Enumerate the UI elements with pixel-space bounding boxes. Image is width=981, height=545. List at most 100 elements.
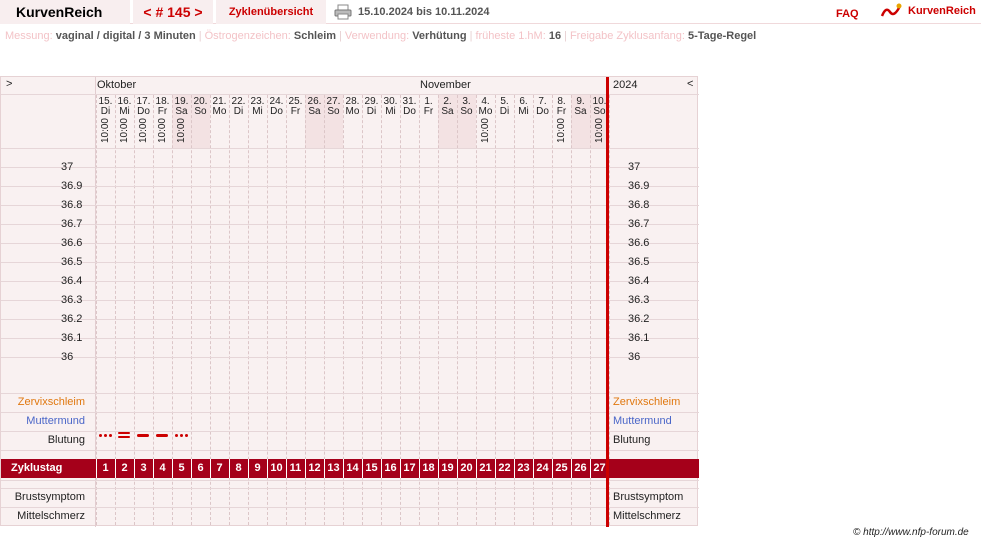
cycle-day-number[interactable]: 17 [400,462,419,474]
day-header[interactable]: 6. Mi [514,97,533,117]
previous-cycle-arrow[interactable]: > [6,78,12,90]
setting-label: Messung: [5,30,53,42]
bleeding-dot [104,434,107,437]
bleeding-dot [109,434,112,437]
cycle-day-number[interactable]: 21 [476,462,495,474]
cycle-day-number[interactable]: 22 [495,462,514,474]
day-weekday: Sa [574,106,587,117]
temperature-gridline [1,205,699,206]
cycle-day-number[interactable]: 9 [248,462,267,474]
day-weekday: Do [270,106,283,117]
day-header[interactable]: 8. Fr 10:00 [552,97,571,144]
day-header[interactable]: 3. So [457,97,476,117]
cycle-day-number[interactable]: 7 [210,462,229,474]
row-divider [1,412,699,413]
bleeding-marker-medium[interactable] [137,434,149,438]
cycle-day-number[interactable]: 11 [286,462,305,474]
cycle-day-number[interactable]: 18 [419,462,438,474]
cycle-day-number[interactable]: 8 [229,462,248,474]
temperature-label: 36.7 [628,218,650,230]
temperature-gridline [1,167,699,168]
day-weekday: So [194,106,207,117]
setting-value: 5-Tage-Regel [687,30,757,42]
logo[interactable]: KurvenReich [880,2,976,20]
day-header[interactable]: 1. Fr [419,97,438,117]
day-header[interactable]: 2. Sa [438,97,457,117]
bleeding-marker-medium[interactable] [156,434,168,438]
day-weekday: Fr [423,106,434,117]
day-header[interactable]: 22. Di [229,97,248,117]
cycle-day-number[interactable]: 19 [438,462,457,474]
cycle-day-number[interactable]: 10 [267,462,286,474]
day-header[interactable]: 29. Di [362,97,381,117]
app-title: KurvenReich [0,0,130,24]
cycle-day-number[interactable]: 14 [343,462,362,474]
cycle-day-number[interactable]: 23 [514,462,533,474]
day-weekday: Mi [385,106,396,117]
day-header[interactable]: 17. Do 10:00 [134,97,153,144]
day-header[interactable]: 30. Mi [381,97,400,117]
cycle-day-number[interactable]: 2 [115,462,134,474]
row-divider [1,393,699,394]
cycle-day-number[interactable]: 3 [134,462,153,474]
day-header[interactable]: 31. Do [400,97,419,117]
day-header[interactable]: 26. Sa [305,97,324,117]
bleeding-marker-heavy[interactable] [118,432,130,438]
day-header[interactable]: 7. Do [533,97,552,117]
day-header[interactable]: 4. Mo 10:00 [476,97,495,144]
setting-label: Freigabe Zyklusanfang: [569,30,685,42]
day-header[interactable]: 19. Sa 10:00 [172,97,191,144]
temperature-label: 36.6 [628,237,650,249]
day-header[interactable]: 28. Mo [343,97,362,117]
day-header[interactable]: 27. So [324,97,343,117]
cycle-day-number[interactable]: 24 [533,462,552,474]
next-cycle-arrow[interactable]: < [687,78,693,90]
cycle-navigator[interactable]: < # 145 > [133,0,213,24]
day-header[interactable]: 21. Mo [210,97,229,117]
bleeding-marker-light[interactable] [175,434,188,438]
day-header[interactable]: 20. So [191,97,210,117]
measurement-time: 10:00 [479,118,491,144]
cycle-day-number[interactable]: 16 [381,462,400,474]
bleeding-bar [118,436,130,438]
temperature-label: 36.6 [61,237,83,249]
day-weekday: Sa [441,106,454,117]
temperature-gridline [1,300,699,301]
day-header[interactable]: 24. Do [267,97,286,117]
cycle-day-number[interactable]: 5 [172,462,191,474]
day-header[interactable]: 15. Di 10:00 [96,97,115,144]
row-divider [1,450,699,451]
cycle-day-number[interactable]: 20 [457,462,476,474]
cycle-chart: > Oktober November 2024 < 15. Di 10:00 16. M… [0,76,699,527]
row-divider [1,507,699,508]
row-divider [1,488,699,489]
day-header[interactable]: 23. Mi [248,97,267,117]
row-label-brustsymptom: Brustsymptom [14,491,85,503]
top-bar: KurvenReich < # 145 > Zyklenübersicht 15… [0,0,981,24]
cycle-day-number[interactable]: 1 [96,462,115,474]
day-weekday: Do [536,106,549,117]
row-label-zervixschleim: Zervixschleim [17,396,85,408]
cycle-day-number[interactable]: 13 [324,462,343,474]
cycle-day-number[interactable]: 6 [191,462,210,474]
cycle-day-number[interactable]: 12 [305,462,324,474]
bleeding-dot [180,434,183,437]
cycle-day-number[interactable]: 4 [153,462,172,474]
day-header[interactable]: 18. Fr 10:00 [153,97,172,144]
temperature-gridline [1,186,699,187]
cycle-day-number[interactable]: 15 [362,462,381,474]
day-header[interactable]: 5. Di [495,97,514,117]
bleeding-dot [185,434,188,437]
day-header[interactable]: 9. Sa [571,97,590,117]
temperature-label: 36.7 [61,218,83,230]
bleeding-marker-light[interactable] [99,434,112,438]
cycle-day-number[interactable]: 26 [571,462,590,474]
setting-value: Verhütung [412,30,467,42]
day-header[interactable]: 16. Mi 10:00 [115,97,134,144]
printer-icon[interactable] [334,4,352,20]
cycle-day-number[interactable]: 25 [552,462,571,474]
tab-cycle-overview[interactable]: Zyklenübersicht [216,0,326,24]
day-header[interactable]: 25. Fr [286,97,305,117]
faq-link[interactable]: FAQ [836,8,859,20]
day-weekday: Di [499,106,510,117]
